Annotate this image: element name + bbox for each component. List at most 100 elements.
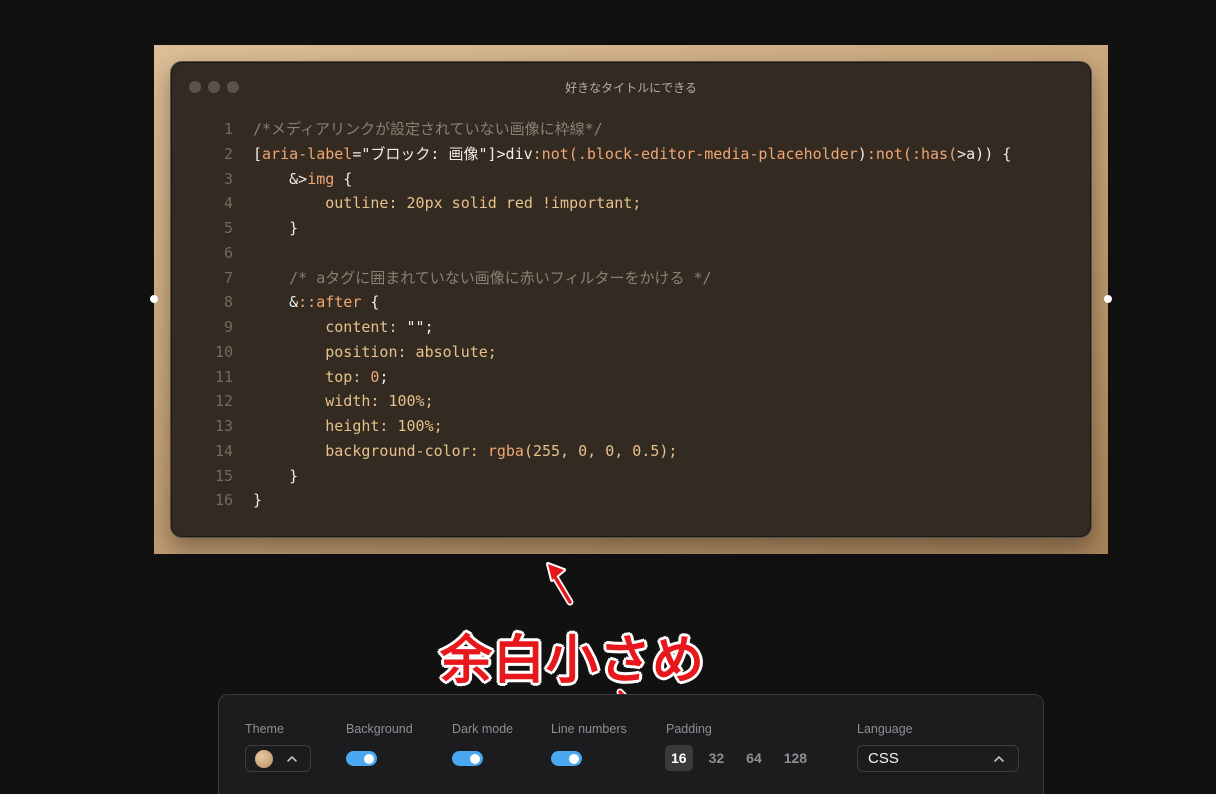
- chevron-up-icon: [994, 755, 1004, 762]
- canvas-frame: 好きなタイトルにできる 1 /*メディアリンクが設定されていない画像に枠線*/ 2 […: [154, 45, 1108, 554]
- code-token: :not(: [866, 144, 912, 163]
- code-line: 10 position: absolute;: [193, 340, 1081, 365]
- code-text: top: 0;: [253, 365, 388, 390]
- code-line: 6: [193, 241, 1081, 266]
- code-line: 5 }: [193, 216, 1081, 241]
- line-numbers-label: Line numbers: [551, 722, 627, 736]
- code-text: &>img {: [253, 167, 352, 192]
- code-token: ;: [379, 367, 389, 386]
- padding-options: 16 32 64 128: [665, 745, 823, 771]
- code-text: width: 100%;: [253, 389, 434, 414]
- code-text: }: [253, 464, 298, 489]
- window-title[interactable]: 好きなタイトルにできる: [171, 79, 1091, 96]
- code-line: 13 height: 100%;: [193, 414, 1081, 439]
- code-token: outline: 20px solid red !important;: [253, 194, 642, 213]
- language-label: Language: [857, 722, 913, 736]
- code-line: 11 top: 0;: [193, 365, 1081, 390]
- code-text: [aria-label="ブロック: 画像"]>div:not(.block-e…: [253, 142, 1011, 167]
- code-line: 15 }: [193, 464, 1081, 489]
- code-token: "";: [406, 318, 434, 336]
- code-line: 9 content: "";: [193, 315, 1081, 340]
- arrow-up-icon: [546, 562, 574, 606]
- line-number: 7: [223, 268, 233, 287]
- code-token: background-color:: [253, 441, 488, 460]
- code-token: >a)) {: [957, 144, 1012, 163]
- line-number: 11: [214, 367, 233, 386]
- code-token: img: [307, 169, 335, 188]
- line-number: 15: [214, 466, 233, 485]
- dark-mode-toggle[interactable]: [452, 751, 483, 766]
- code-text: }: [253, 488, 262, 513]
- code-text: /* aタグに囲まれていない画像に赤いフィルターをかける */: [253, 266, 712, 291]
- background-toggle[interactable]: [346, 751, 377, 766]
- code-text: height: 100%;: [253, 414, 443, 439]
- line-numbers-toggle[interactable]: [551, 751, 582, 766]
- code-line: 14 background-color: rgba(255, 0, 0, 0.5…: [193, 439, 1081, 464]
- code-text: /*メディアリンクが設定されていない画像に枠線*/: [253, 117, 603, 142]
- code-token: }: [253, 219, 299, 237]
- code-token: (255, 0, 0, 0.5);: [523, 441, 678, 460]
- code-text: outline: 20px solid red !important;: [253, 191, 641, 216]
- padding-option-64[interactable]: 64: [740, 745, 768, 771]
- line-number: 1: [223, 120, 233, 138]
- line-number: 3: [223, 169, 233, 188]
- code-token: ): [857, 144, 867, 163]
- theme-swatch-icon: [255, 749, 273, 768]
- code-token: height: 100%;: [253, 417, 443, 435]
- code-text: }: [253, 216, 298, 241]
- line-number: 10: [214, 342, 233, 361]
- code-token: rgba: [487, 441, 524, 460]
- code-token: top:: [253, 367, 371, 386]
- resize-handle-left[interactable]: [150, 295, 158, 303]
- code-line: 2 [aria-label="ブロック: 画像"]>div:not(.block-…: [193, 142, 1081, 167]
- code-editor[interactable]: 1 /*メディアリンクが設定されていない画像に枠線*/ 2 [aria-label="…: [193, 117, 1081, 513]
- line-number: 9: [223, 318, 233, 336]
- resize-handle-right[interactable]: [1104, 295, 1112, 303]
- annotation-label: 余白小さめ: [440, 631, 706, 691]
- code-text: content: "";: [253, 315, 434, 340]
- code-line: 8 &::after {: [193, 290, 1081, 315]
- dark-mode-label: Dark mode: [452, 722, 514, 736]
- line-number: 12: [214, 392, 233, 411]
- theme-label: Theme: [245, 722, 284, 736]
- code-line: 7 /* aタグに囲まれていない画像に赤いフィルターをかける */: [193, 266, 1081, 291]
- chevron-up-icon: [287, 755, 297, 762]
- padding-option-128[interactable]: 128: [778, 745, 813, 771]
- line-number: 8: [223, 293, 233, 312]
- code-token: aria-label: [262, 144, 353, 163]
- language-select[interactable]: CSS: [857, 745, 1019, 772]
- padding-option-16[interactable]: 16: [665, 745, 693, 771]
- line-number: 5: [223, 219, 233, 237]
- line-number: 6: [223, 243, 233, 262]
- code-line: 1 /*メディアリンクが設定されていない画像に枠線*/: [193, 117, 1081, 142]
- language-value: CSS: [868, 750, 899, 767]
- code-token: .block-editor-media-placeholder: [577, 144, 858, 163]
- code-token: width: 100%;: [253, 392, 434, 411]
- theme-select[interactable]: [245, 745, 311, 772]
- code-token: :not(: [532, 144, 578, 163]
- padding-label: Padding: [666, 722, 712, 736]
- code-token: content:: [253, 318, 407, 336]
- padding-option-32[interactable]: 32: [703, 745, 731, 771]
- line-number: 13: [214, 417, 233, 435]
- code-token: ::after: [298, 293, 362, 312]
- code-line: 3 &>img {: [193, 167, 1081, 192]
- code-token: {: [334, 169, 353, 188]
- background-label: Background: [346, 722, 413, 736]
- code-token: [: [253, 144, 263, 163]
- code-token: {: [361, 293, 380, 312]
- line-number: 14: [214, 441, 233, 460]
- code-text: &::after {: [253, 290, 379, 315]
- code-token: ="ブロック: 画像"]: [352, 144, 497, 163]
- settings-toolbar: Theme Background Dark mode Line numbers …: [218, 694, 1044, 794]
- code-token: >div: [496, 144, 533, 163]
- code-token: &>: [253, 169, 308, 188]
- code-line: 16}: [193, 488, 1081, 513]
- line-number: 16: [214, 491, 233, 510]
- line-number: 2: [223, 144, 233, 163]
- code-text: background-color: rgba(255, 0, 0, 0.5);: [253, 439, 677, 464]
- code-token: /* aタグに囲まれていない画像に赤いフィルターをかける */: [253, 268, 712, 287]
- code-line: 12 width: 100%;: [193, 389, 1081, 414]
- code-text: position: absolute;: [253, 340, 497, 365]
- line-number: 4: [223, 194, 233, 213]
